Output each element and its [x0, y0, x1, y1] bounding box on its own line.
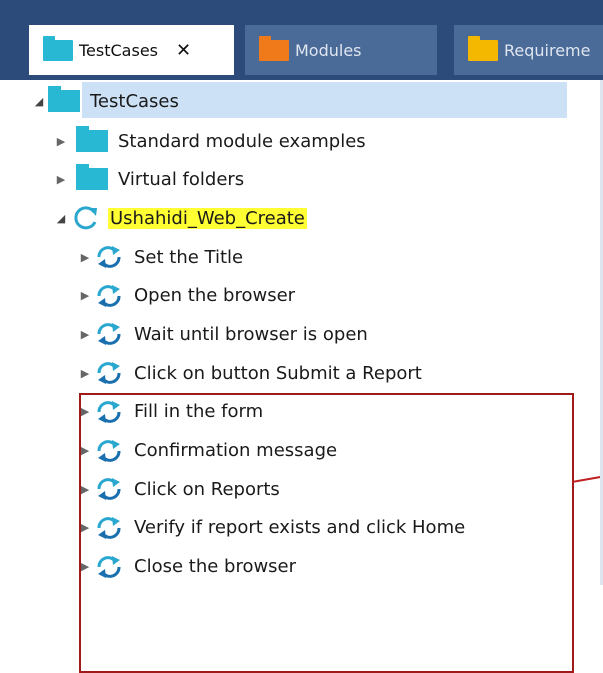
tree-item-step[interactable]: ▶ Wait until browser is open	[76, 317, 368, 351]
expanded-arrow-icon[interactable]: ◢	[30, 95, 48, 108]
collapsed-arrow-icon[interactable]: ▶	[76, 367, 94, 380]
step-refresh-icon	[94, 283, 124, 309]
folder-icon	[76, 164, 108, 190]
folder-icon	[76, 126, 108, 152]
folder-icon	[48, 86, 80, 112]
collapsed-arrow-icon[interactable]: ▶	[52, 135, 70, 148]
tree-item-label: Virtual folders	[118, 168, 245, 190]
step-refresh-icon	[94, 360, 124, 386]
tab-label: Requireme	[504, 40, 591, 60]
annotation-arrow	[571, 475, 603, 483]
tab-bar: TestCases ✕ Modules Requireme	[0, 0, 603, 80]
tab-label: TestCases	[79, 40, 158, 60]
testcase-refresh-icon	[74, 206, 97, 230]
tree-item-step[interactable]: ▶ Click on button Submit a Report	[76, 356, 422, 390]
collapsed-arrow-icon[interactable]: ▶	[76, 251, 94, 264]
collapsed-arrow-icon[interactable]: ▶	[76, 289, 94, 302]
tree-item-folder[interactable]: ▶ Standard module examples	[52, 124, 366, 158]
tree-item-label: Ushahidi_Web_Create	[108, 207, 307, 229]
annotation-box	[79, 393, 574, 673]
tree-item-label: Click on button Submit a Report	[134, 362, 422, 384]
tree-item-label: Standard module examples	[118, 130, 366, 152]
collapsed-arrow-icon[interactable]: ▶	[76, 328, 94, 341]
tree-item-folder[interactable]: ▶ Virtual folders	[52, 162, 244, 196]
collapsed-arrow-icon[interactable]: ▶	[52, 173, 70, 186]
tab-requirements[interactable]: Requireme	[454, 25, 603, 75]
step-refresh-icon	[94, 321, 124, 347]
close-icon[interactable]: ✕	[176, 40, 191, 61]
tree-item-label: Open the browser	[134, 285, 296, 307]
tab-testcases[interactable]: TestCases ✕	[29, 25, 234, 75]
tree-item-label: Wait until browser is open	[134, 323, 368, 345]
folder-icon	[43, 35, 73, 61]
expanded-arrow-icon[interactable]: ◢	[52, 212, 70, 225]
tree-item-root[interactable]: ◢ TestCases	[30, 84, 179, 118]
step-refresh-icon	[94, 244, 124, 270]
tree-item-step[interactable]: ▶ Set the Title	[76, 240, 243, 274]
tree-item-label: TestCases	[90, 90, 179, 112]
tree-item-label: Set the Title	[134, 246, 244, 268]
test-case-tree: ◢ TestCases ▶ Standard module examples ▶…	[0, 80, 603, 673]
folder-icon	[468, 35, 498, 61]
tab-label: Modules	[295, 40, 362, 60]
tree-item-step[interactable]: ▶ Open the browser	[76, 279, 295, 313]
tab-modules[interactable]: Modules	[245, 25, 437, 75]
tree-item-testcase[interactable]: ◢ Ushahidi_Web_Create	[52, 201, 307, 235]
folder-icon	[259, 35, 289, 61]
